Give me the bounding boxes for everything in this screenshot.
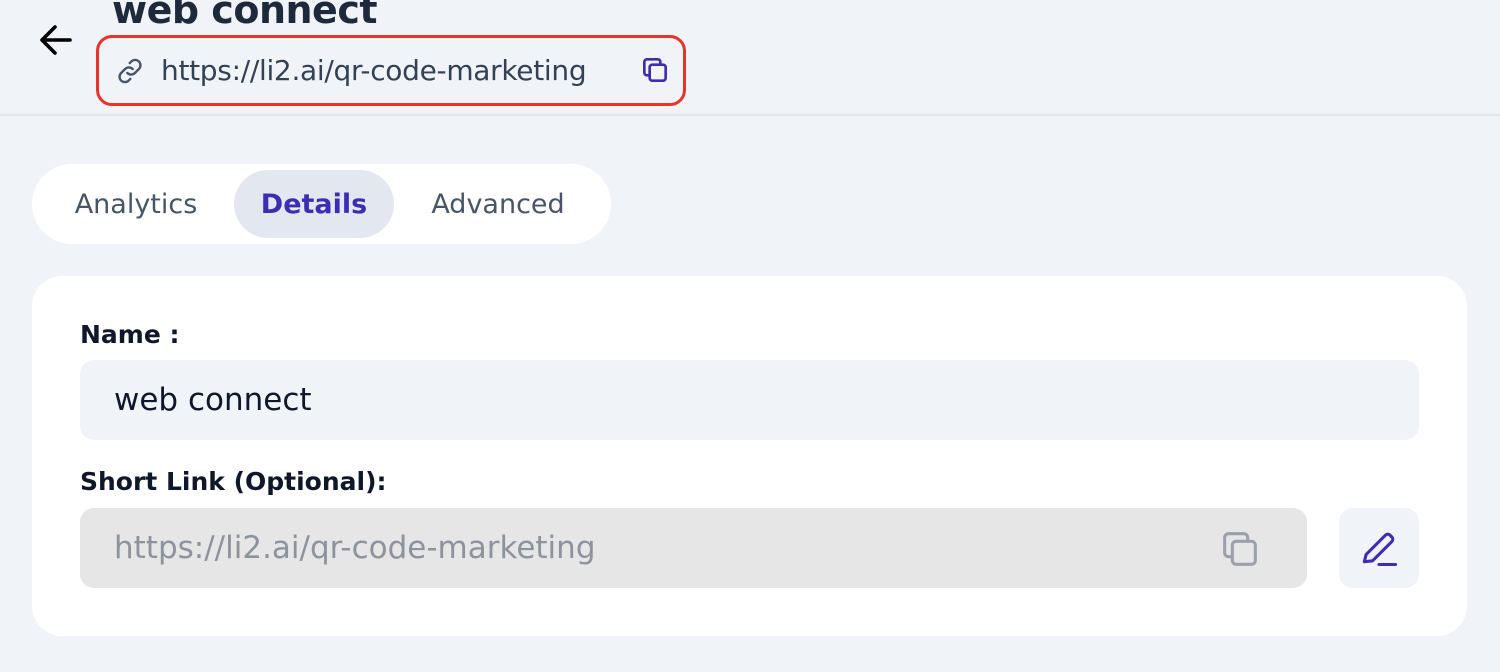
short-link-highlight: https://li2.ai/qr-code-marketing — [96, 35, 686, 106]
tab-analytics[interactable]: Analytics — [38, 170, 234, 238]
name-label: Name : — [80, 320, 180, 349]
tab-details[interactable]: Details — [234, 170, 394, 238]
link-icon — [113, 54, 147, 88]
copy-icon — [1223, 532, 1257, 566]
tab-bar: Analytics Details Advanced — [32, 164, 611, 244]
tab-advanced[interactable]: Advanced — [394, 170, 602, 238]
arrow-left-icon — [40, 25, 72, 55]
short-link-value: https://li2.ai/qr-code-marketing — [114, 530, 596, 566]
edit-short-link-button[interactable] — [1339, 508, 1419, 588]
details-card: Name : web connect Short Link (Optional)… — [32, 276, 1467, 636]
copy-icon — [643, 58, 667, 82]
short-link-field: https://li2.ai/qr-code-marketing — [80, 508, 1307, 588]
back-button[interactable] — [34, 18, 78, 62]
name-field[interactable]: web connect — [80, 360, 1419, 440]
short-link-label: Short Link (Optional): — [80, 467, 387, 496]
copy-link-button[interactable] — [637, 52, 673, 88]
page-header: web connect https://li2.ai/qr-code-marke… — [0, 0, 1500, 116]
short-link-url[interactable]: https://li2.ai/qr-code-marketing — [161, 54, 587, 87]
copy-short-link-button[interactable] — [1217, 526, 1263, 572]
pencil-icon — [1362, 532, 1398, 567]
page-title: web connect — [112, 0, 378, 32]
